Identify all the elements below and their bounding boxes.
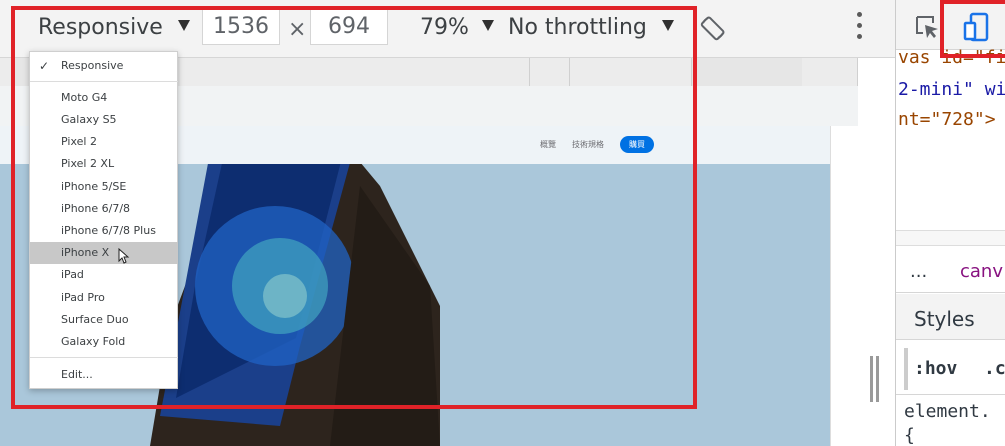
- rule-brace: {: [904, 425, 915, 446]
- hscroll-track[interactable]: [896, 230, 1005, 246]
- cls-toggle[interactable]: .cl: [984, 358, 1005, 379]
- ruler-seg: [802, 58, 858, 86]
- filter-bar: :hov .cl: [904, 348, 1005, 390]
- code-line: 2-mini" wi: [898, 79, 1005, 100]
- styles-divider: [896, 394, 1005, 395]
- highlight-toolbar-box: [11, 6, 697, 409]
- code-line: nt="728">: [898, 109, 996, 130]
- element-style-rule: element.: [904, 401, 991, 422]
- more-vert-icon[interactable]: [856, 12, 864, 42]
- styles-tabbar: Styles: [896, 294, 1005, 340]
- highlight-device-toggle-box: [940, 0, 1005, 58]
- breadcrumb-item[interactable]: canv: [960, 261, 1003, 282]
- hov-toggle[interactable]: :hov: [914, 358, 957, 379]
- inspect-icon[interactable]: [914, 14, 940, 40]
- viewport-edge: [830, 126, 858, 446]
- tab-styles[interactable]: Styles: [914, 307, 975, 331]
- rotate-icon[interactable]: [699, 14, 727, 42]
- breadcrumb-more[interactable]: ...: [910, 261, 927, 282]
- devtools-panel: vas id="fi 2-mini" wi nt="728"> ... canv…: [895, 0, 1005, 446]
- breadcrumb: ... canv: [896, 247, 1005, 293]
- resize-handle[interactable]: [870, 356, 882, 406]
